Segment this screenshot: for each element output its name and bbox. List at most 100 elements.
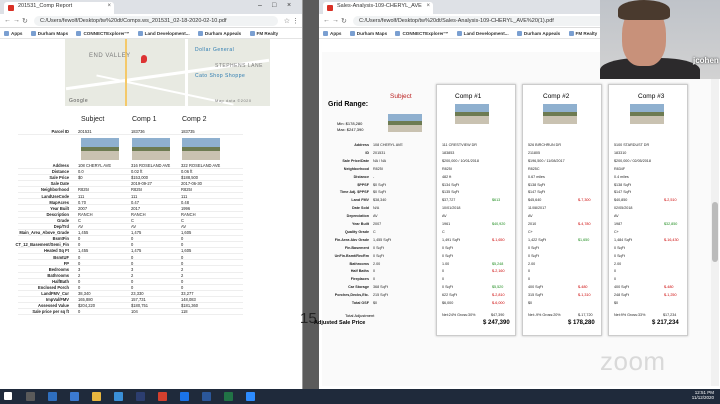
minimize-icon[interactable]: – (258, 2, 262, 9)
grid-row-label: Depreciation (346, 214, 369, 219)
reload-icon[interactable]: ↻ (341, 17, 347, 25)
comp-value: 211805 (528, 150, 541, 155)
table-row: Sale Date 2019-09-27 2017-06-30 (18, 181, 243, 188)
row-label: ImpVal/FMV (46, 297, 69, 303)
back-icon[interactable]: ← (323, 17, 330, 24)
comp2-adjusted-price: $ 178,280 (568, 320, 595, 326)
bookmark-connect[interactable]: CONNECTExplorer™ (76, 31, 129, 36)
left-tab[interactable]: 201531_Comp Report × (4, 2, 114, 14)
scrollbar-thumb[interactable] (712, 202, 718, 262)
comp-value: 1961 (442, 222, 451, 226)
map-pin-icon[interactable] (141, 55, 147, 63)
bookmark-fm-realty[interactable]: FM Realty (249, 31, 278, 36)
map-attribution: Map data ©2020 (215, 98, 252, 103)
bookmark-apps[interactable]: Apps (323, 31, 341, 36)
cell-value: 0 (131, 285, 134, 290)
table-row: Main_Area_Above_Grade 1,455 1,475 1,605 (18, 230, 243, 236)
forward-icon[interactable]: → (13, 17, 20, 24)
maximize-icon[interactable]: □ (272, 2, 276, 9)
excel-icon[interactable] (224, 392, 233, 401)
cell-value: 316 ROSELAND AVE (131, 163, 171, 168)
row-label: Bedrooms (48, 266, 69, 272)
chrome-icon[interactable] (158, 392, 167, 401)
close-icon[interactable]: × (426, 3, 430, 9)
left-url-field[interactable]: C:/Users/fewolf/Desktop/tw%20dt/Comps.ws… (34, 16, 278, 26)
parcel-map[interactable]: END VALLEY STEPHENS LANE Dollar General … (65, 39, 270, 106)
menu-icon[interactable]: ⋮ (292, 17, 299, 25)
comp-value: C+ (528, 229, 533, 234)
subject-value: 0 (373, 269, 376, 274)
comp-value: $0 (528, 301, 533, 305)
subject-value: $38,340 (373, 198, 387, 203)
adjustment-value: $-2,810 (492, 293, 505, 298)
windows-start-icon[interactable] (4, 392, 12, 400)
edge-icon[interactable] (70, 392, 79, 401)
grid-row-label: Porches,Decks,Etc. (334, 293, 369, 298)
comp-value: 0.4 miles (614, 174, 629, 179)
comp-value: 5100 STARDUST DR (614, 143, 650, 147)
bookmark-durham-appeals[interactable]: Durham Appeals (197, 31, 241, 36)
cell-value: $181,360 (181, 303, 199, 309)
grid-row-label: ID (365, 150, 369, 155)
right-tab[interactable]: Sales-Analysis-109-CHERYL_AVE × (323, 2, 433, 14)
comp-value: AV (528, 214, 533, 219)
cell-value: 0.47 (131, 199, 139, 205)
search-icon[interactable] (26, 392, 35, 401)
subject-value: 0 (373, 277, 376, 282)
zoom-app-icon[interactable] (246, 392, 255, 401)
word-icon[interactable] (202, 392, 211, 401)
bookmark-apps[interactable]: Apps (4, 31, 22, 36)
back-icon[interactable]: ← (4, 17, 11, 24)
cell-value: 111 (181, 193, 188, 199)
subject-value: 2.00 (373, 261, 381, 266)
star-icon[interactable]: ☆ (284, 17, 290, 25)
store-icon[interactable] (114, 392, 123, 401)
grid-min: Min: $178,280 (337, 121, 363, 126)
task-view-icon[interactable] (48, 392, 57, 401)
table-row: Bathrooms 2 2 2 (18, 273, 243, 279)
adjustment-value: $-1,310 (578, 293, 591, 298)
table-row: Bedrooms 3 3 2 (18, 267, 243, 273)
cell-value: 2 (78, 272, 81, 278)
grid-range-title: Grid Range: (328, 101, 369, 108)
subject-value: 201531 (373, 150, 386, 155)
bookmark-durham-maps[interactable]: Durham Maps (349, 31, 387, 36)
adjustment-value: $-16,430 (664, 237, 679, 242)
left-address-bar: ← → ↻ C:/Users/fewolf/Desktop/tw%20dt/Co… (0, 14, 302, 28)
comp1-title: Comp #1 (455, 93, 482, 100)
cell-value: $153,000 (131, 175, 149, 181)
adjustment-value: $40,920 (492, 222, 506, 226)
bookmark-land-dev[interactable]: Land Development... (137, 31, 190, 36)
file-explorer-icon[interactable] (92, 392, 101, 401)
comp-value: 0 SqFt (442, 245, 453, 250)
cell-value: $180,751 (131, 303, 149, 309)
grid-row-label: Neighborhood (343, 166, 369, 171)
table-row: LandFMV_Cur 38,340 23,330 33,277 (18, 291, 243, 297)
cell-value: 3 (78, 266, 81, 272)
cell-value: R825I (78, 187, 89, 193)
cell-value: 1,455 (78, 230, 89, 236)
pdf-scrollbar[interactable] (711, 52, 719, 386)
reload-icon[interactable]: ↻ (22, 17, 28, 25)
table-row: Address 108 CHERYL AVE 316 ROSELAND AVE 322… (18, 163, 243, 169)
table-row: Distance 0.0 0.02 ft 0.06 ft (18, 169, 243, 175)
bookmark-durham-appeals[interactable]: Durham Appeals (516, 31, 560, 36)
comp2-photo (182, 138, 220, 160)
bookmark-connect[interactable]: CONNECTExplorer™ (395, 31, 448, 36)
forward-icon[interactable]: → (332, 17, 339, 24)
comp-value: $196,500 / 11/08/2017 (528, 158, 565, 163)
row-label: Sale Date (50, 181, 69, 187)
bookmark-land-dev[interactable]: Land Development... (456, 31, 509, 36)
close-window-icon[interactable]: × (287, 2, 291, 9)
outlook-icon[interactable] (180, 392, 189, 401)
google-logo: Google (69, 98, 89, 104)
mail-icon[interactable] (136, 392, 145, 401)
bookmark-durham-maps[interactable]: Durham Maps (30, 31, 68, 36)
clock[interactable]: 12:51 PM 11/12/2020 (692, 390, 714, 400)
bookmark-fm-realty[interactable]: FM Realty (568, 31, 597, 36)
close-icon[interactable]: × (107, 3, 111, 9)
grid-row-label: Address (354, 143, 369, 147)
table-row: Sale Price $0 $153,000 $188,500 (18, 175, 243, 182)
comp-value: 526 BIRCHRUN DR (528, 143, 561, 147)
adjustment-value: $5,248 (492, 261, 504, 266)
